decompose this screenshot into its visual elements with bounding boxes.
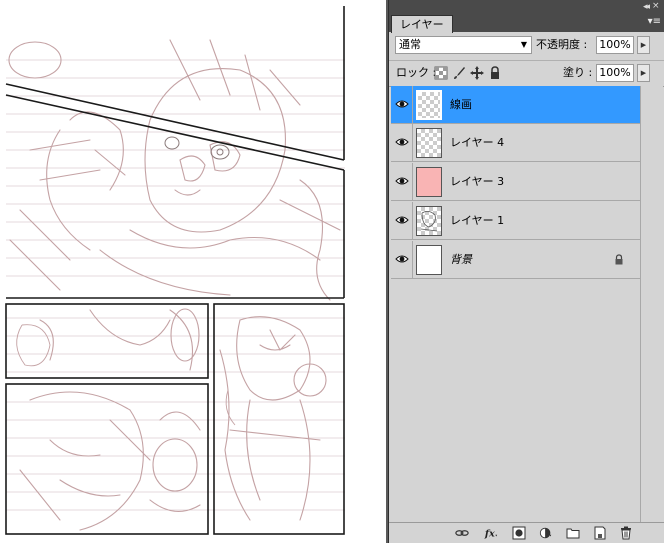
lock-image-pixels-brush-icon[interactable]	[452, 66, 466, 80]
svg-text:fx: fx	[484, 529, 495, 540]
eye-icon	[395, 100, 409, 108]
collapse-panel-icon[interactable]: ◂◂	[643, 2, 650, 12]
opacity-label: 不透明度 :	[536, 38, 588, 51]
visibility-toggle[interactable]	[391, 86, 413, 123]
layers-scrollbar[interactable]	[640, 86, 663, 522]
layer-name[interactable]: レイヤー 4	[450, 135, 504, 151]
blend-mode-dropdown[interactable]: 通常 ▼	[395, 36, 532, 54]
layer-thumbnail[interactable]	[416, 90, 442, 120]
eye-icon	[395, 255, 409, 263]
new-layer-icon[interactable]	[593, 526, 607, 540]
trash-icon[interactable]	[619, 526, 633, 540]
layer-row[interactable]: 背景	[391, 241, 640, 279]
visibility-toggle[interactable]	[391, 202, 413, 239]
panel-footer: fx	[389, 522, 664, 543]
layer-name[interactable]: レイヤー 1	[450, 213, 504, 229]
layer-row[interactable]: 線画	[391, 86, 640, 124]
manga-sketch-canvas[interactable]	[0, 0, 386, 543]
layer-name[interactable]: 背景	[450, 252, 472, 268]
chevron-down-icon: ▼	[520, 40, 527, 49]
blend-mode-value: 通常	[399, 38, 421, 51]
lock-icon	[615, 254, 623, 265]
page-paper	[0, 0, 386, 543]
opacity-slider-button[interactable]: ▶	[637, 36, 650, 54]
visibility-toggle[interactable]	[391, 163, 413, 200]
opacity-input[interactable]: 100%	[596, 36, 634, 54]
lock-all-icon[interactable]	[488, 66, 502, 80]
lock-position-move-icon[interactable]	[470, 66, 484, 80]
layer-style-fx-icon[interactable]: fx	[484, 526, 498, 540]
new-group-icon[interactable]	[566, 526, 580, 540]
visibility-toggle[interactable]	[391, 124, 413, 161]
close-icon[interactable]: ×	[652, 2, 660, 11]
eye-icon	[395, 177, 409, 185]
panel-menu-icon[interactable]: ▾≡	[648, 17, 661, 27]
layer-name[interactable]: レイヤー 3	[450, 174, 504, 190]
tab-layers[interactable]: レイヤー	[391, 15, 453, 33]
layer-row[interactable]: レイヤー 4	[391, 124, 640, 162]
blend-mode-row: 通常 ▼ 不透明度 : 100% ▶	[389, 32, 664, 61]
layer-thumbnail[interactable]	[416, 245, 442, 275]
eye-icon	[395, 138, 409, 146]
lock-label: ロック :	[396, 66, 437, 79]
layer-name[interactable]: 線画	[450, 97, 472, 113]
fill-input[interactable]: 100%	[596, 64, 634, 82]
sketch-thumbnail-preview	[420, 211, 438, 232]
eye-icon	[395, 216, 409, 224]
layer-row[interactable]: レイヤー 1	[391, 202, 640, 240]
layer-thumbnail[interactable]	[416, 128, 442, 158]
panel-tab-row: レイヤー ▾≡	[389, 14, 664, 33]
layer-thumbnail[interactable]	[416, 167, 442, 197]
link-layers-icon[interactable]	[455, 526, 469, 540]
layer-row[interactable]: レイヤー 3	[391, 163, 640, 201]
panel-title-bar[interactable]: ◂◂ ×	[389, 0, 664, 14]
adjustment-layer-icon[interactable]	[539, 526, 553, 540]
layer-mask-icon[interactable]	[512, 526, 526, 540]
layers-panel: ◂◂ × レイヤー ▾≡ 通常 ▼ 不透明度 : 100% ▶ ロック : 塗り…	[388, 0, 664, 543]
visibility-toggle[interactable]	[391, 241, 413, 278]
lock-transparent-pixels-icon[interactable]	[434, 66, 448, 80]
fill-slider-button[interactable]: ▶	[637, 64, 650, 82]
fill-label: 塗り :	[563, 66, 593, 79]
lock-row: ロック : 塗り : 100% ▶	[389, 61, 664, 87]
layer-thumbnail[interactable]	[416, 206, 442, 236]
layers-list: 線画 レイヤー 4 レイヤー 3 レイヤー 1 背景	[391, 86, 640, 522]
document-canvas-area[interactable]	[0, 0, 386, 543]
